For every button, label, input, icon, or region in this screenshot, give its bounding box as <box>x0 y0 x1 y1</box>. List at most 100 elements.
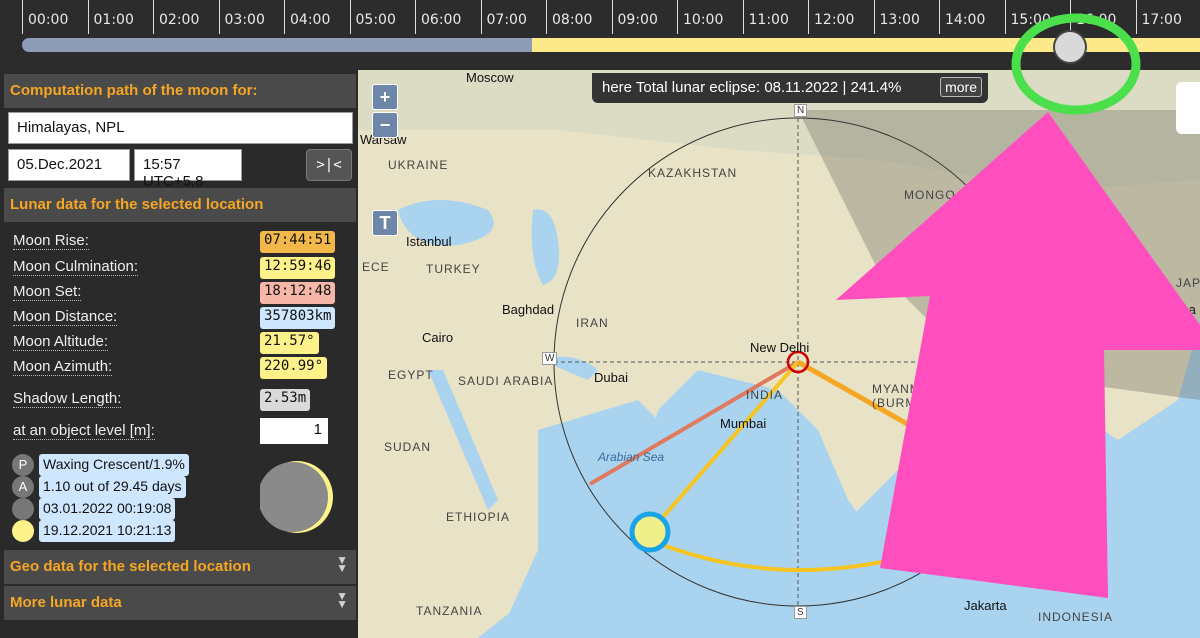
hour-tick-label: 13:00 <box>879 12 920 28</box>
lunar-data-value: 220.99° <box>260 357 328 379</box>
timeline-moon-down-track[interactable] <box>22 38 532 52</box>
geo-data-title: Geo data for the selected location <box>10 558 251 575</box>
eclipse-more-button[interactable]: more <box>940 77 982 97</box>
hour-tick-label: 06:00 <box>421 12 462 28</box>
lunar-data-value: 18:12:48 <box>260 282 336 304</box>
hour-tick <box>1135 0 1137 34</box>
left-panel: Computation path of the moon for: Himala… <box>0 70 358 638</box>
lunar-data-value: 07:44:51 <box>260 231 336 253</box>
map-label-myanmar: MYANMAR <box>872 382 940 396</box>
hour-tick <box>939 0 940 34</box>
expand-chevron-icon: ▼ ▼ <box>336 589 348 611</box>
hour-tick-label: 09:00 <box>617 12 658 28</box>
hour-tick <box>1004 0 1006 34</box>
lunar-data-label: Moon Azimuth: <box>13 358 113 376</box>
compass-south: S <box>794 606 807 619</box>
lunar-data-label: Moon Culmination: <box>13 258 139 276</box>
map-label-ethiopia: ETHIOPIA <box>446 510 511 524</box>
map-label-burma: (BURMA) <box>872 396 931 410</box>
hour-tick-label: 10:00 <box>683 12 724 28</box>
map-label-jakarta: Jakarta <box>964 598 1007 613</box>
hour-tick-label: 05:00 <box>355 12 396 28</box>
map-label-kazakhstan: KAZAKHSTAN <box>648 166 738 180</box>
map-label-japan: JAP <box>1176 276 1200 290</box>
hour-tick-label: 15:00 <box>1010 12 1051 28</box>
map-label-baghdad: Baghdad <box>502 302 555 317</box>
lunar-data-label: Moon Set: <box>13 283 82 301</box>
hour-ticks: 00:00 01:00 02:00 03:00 04:00 05:00 06:00 07:00… <box>0 0 1200 34</box>
phase-dot-icon: P <box>12 454 34 476</box>
map-label-sudan: SUDAN <box>384 440 432 454</box>
hour-tick <box>611 0 613 34</box>
hour-tick-label: 11:00 <box>748 12 789 28</box>
hour-tick-label: 01:00 <box>93 12 134 28</box>
map-label-new-delhi: New Delhi <box>750 340 810 355</box>
compass-north: N <box>794 104 808 117</box>
map-label-cairo: Cairo <box>422 330 454 345</box>
map-label-india: INDIA <box>746 388 784 402</box>
hour-tick <box>677 0 678 34</box>
map-label-mongolia: MONGO <box>904 188 956 202</box>
object-level-input[interactable]: 1 <box>260 418 328 444</box>
more-lunar-header[interactable]: More lunar data ▼ ▼ <box>4 586 356 620</box>
shadow-length-value: 2.53m <box>260 389 311 411</box>
lunar-data-value: 21.57° <box>260 332 319 354</box>
layers-icon[interactable] <box>1176 82 1200 134</box>
lunar-data-value: 357803km <box>260 307 336 329</box>
map-label-istanbul: Istanbul <box>406 234 452 249</box>
lunar-data-title: Lunar data for the selected location <box>10 196 264 213</box>
hour-tick <box>218 0 220 34</box>
hour-tick <box>153 0 154 34</box>
moon-phase-icon <box>260 461 333 533</box>
eclipse-banner: here Total lunar eclipse: 08.11.2022 | 2… <box>592 73 988 103</box>
hour-tick <box>1070 0 1071 34</box>
computation-title: Computation path of the moon for: <box>10 82 258 99</box>
lunar-data-label: Moon Altitude: <box>13 333 109 351</box>
now-button[interactable]: >|< <box>306 149 352 181</box>
hour-tick <box>742 0 744 34</box>
hour-tick <box>808 0 809 34</box>
timeline-moon-up-track[interactable] <box>532 38 1200 52</box>
hour-tick-label: 12:00 <box>814 12 855 28</box>
phase-text: 19.12.2021 10:21:13 <box>39 520 176 542</box>
lunar-data-value: 12:59:46 <box>260 257 336 279</box>
date-input[interactable]: 05.Dec.2021 <box>8 149 130 181</box>
map-label-egypt: EGYPT <box>388 368 434 382</box>
time-slider-handle[interactable] <box>1053 30 1087 64</box>
time-input[interactable]: 15:57 UTC+5.8 <box>134 149 242 190</box>
eclipse-text: here Total lunar eclipse: 08.11.2022 | 2… <box>602 79 902 96</box>
map-label-arabian-sea: Arabian Sea <box>598 450 665 464</box>
phase-dot-icon <box>12 498 34 520</box>
hour-tick <box>873 0 875 34</box>
hour-tick-label: 14:00 <box>945 12 986 28</box>
phase-dot-icon: A <box>12 476 34 498</box>
geo-data-header[interactable]: Geo data for the selected location ▼ ▼ <box>4 550 356 584</box>
timeline-bar[interactable]: 00:00 01:00 02:00 03:00 04:00 05:00 06:00 07:00… <box>0 0 1200 70</box>
terrain-toggle-button[interactable]: T <box>372 210 398 236</box>
hour-tick-label: 02:00 <box>159 12 200 28</box>
zoom-out-button[interactable]: − <box>372 112 398 138</box>
object-level-label: at an object level [m]: <box>13 422 155 440</box>
expand-chevron-icon: ▼ ▼ <box>336 553 348 575</box>
hour-tick-label: 00:00 <box>28 12 69 28</box>
map-label-ukraine: UKRAINE <box>388 158 449 172</box>
phase-dot-icon <box>12 520 34 542</box>
hour-tick <box>480 0 482 34</box>
hour-tick <box>87 0 89 34</box>
map-label-dubai: Dubai <box>594 370 628 385</box>
lunar-data-header[interactable]: Lunar data for the selected location <box>4 188 356 222</box>
lunar-data-label: Moon Rise: <box>13 232 89 250</box>
phase-text: 03.01.2022 00:19:08 <box>39 498 176 520</box>
hour-tick <box>546 0 547 34</box>
hour-tick-label: 16:00 <box>1076 12 1117 28</box>
map-label-ece: ECE <box>362 260 390 274</box>
hour-tick-label: 17:00 <box>1141 12 1182 28</box>
app-root: 00:00 01:00 02:00 03:00 04:00 05:00 06:00 07:00… <box>0 0 1200 638</box>
map-view[interactable]: N S W Moscow Warsaw UKRAINE KAZAKHSTAN M… <box>358 70 1200 638</box>
zoom-in-button[interactable]: + <box>372 84 398 110</box>
location-input[interactable]: Himalayas, NPL <box>8 112 353 144</box>
hour-tick <box>349 0 351 34</box>
hour-tick <box>284 0 285 34</box>
phase-text: Waxing Crescent/1.9% <box>39 454 189 476</box>
hour-tick-label: 07:00 <box>486 12 527 28</box>
